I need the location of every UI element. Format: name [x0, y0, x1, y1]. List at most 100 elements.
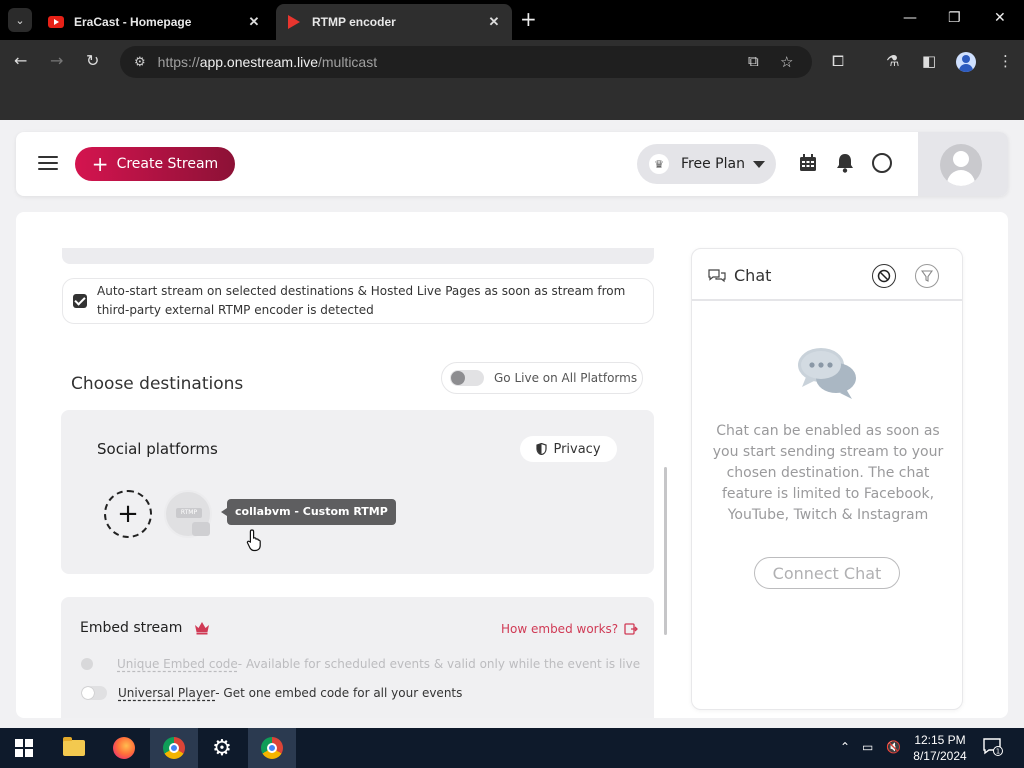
chrome-active-button[interactable] [248, 728, 296, 768]
user-avatar-area[interactable] [918, 132, 1008, 196]
chat-header: Chat [692, 249, 962, 301]
firefox-button[interactable] [100, 728, 148, 768]
autostart-checkbox[interactable] [73, 294, 87, 308]
tab-title: RTMP encoder [312, 15, 396, 29]
how-embed-label: How embed works? [501, 622, 619, 636]
unique-embed-radio[interactable] [81, 658, 93, 670]
go-live-all-switch[interactable] [450, 370, 484, 386]
universal-player-option[interactable]: Universal Player - Get one embed code fo… [81, 686, 462, 700]
address-bar[interactable]: ⚙ https://app.onestream.live/multicast ⧉… [120, 46, 812, 78]
add-destination-button[interactable]: + [104, 490, 152, 538]
block-user-button[interactable] [872, 264, 896, 288]
theme-toggle-icon[interactable] [871, 152, 893, 174]
youtube-favicon-icon [48, 16, 64, 28]
plan-label: Free Plan [681, 156, 745, 172]
calendar-icon[interactable] [797, 152, 819, 174]
gear-icon: ⚙ [212, 735, 232, 761]
clock-time: 12:15 PM [914, 733, 966, 747]
side-panel-icon[interactable]: ◧ [922, 52, 936, 70]
unique-embed-option[interactable]: Unique Embed code - Available for schedu… [81, 657, 640, 671]
menu-hamburger-icon[interactable] [38, 156, 58, 172]
filter-button[interactable] [915, 264, 939, 288]
folder-icon [63, 737, 85, 756]
chat-empty-illustration-icon [798, 348, 856, 399]
shield-icon [536, 443, 548, 455]
windows-taskbar: ⚙ ⌃ ▭ 🔇 12:15 PM 8/17/2024 1 [0, 728, 1024, 768]
windows-logo-icon [15, 739, 33, 757]
close-window-button[interactable]: ✕ [994, 10, 1006, 26]
url-path: /multicast [317, 54, 378, 70]
browser-menu-icon[interactable]: ⋮ [998, 52, 1013, 70]
chrome-pinned-button[interactable] [150, 728, 198, 768]
tray-overflow-icon[interactable]: ⌃ [840, 740, 850, 754]
main-content: Auto-start stream on selected destinatio… [16, 212, 1008, 718]
autostart-text: Auto-start stream on selected destinatio… [97, 284, 626, 317]
chat-unavailable-message: Chat can be enabled as soon as you start… [712, 423, 944, 523]
collapsed-section-edge [62, 248, 654, 264]
clock-date: 8/17/2024 [913, 749, 967, 763]
volume-muted-icon[interactable]: 🔇 [886, 740, 901, 754]
url-host: app.onestream.live [199, 54, 318, 70]
avatar[interactable] [940, 144, 982, 186]
content-scrollbar[interactable] [664, 467, 667, 635]
file-explorer-button[interactable] [50, 728, 98, 768]
crown-icon: ♛ [649, 154, 669, 174]
plus-icon: + [117, 499, 139, 529]
minimize-button[interactable]: — [903, 10, 917, 26]
unique-embed-name: Unique Embed code [117, 657, 238, 671]
custom-rtmp-destination[interactable]: RTMP [164, 490, 212, 538]
taskbar-clock[interactable]: 12:15 PM 8/17/2024 [905, 732, 975, 764]
network-icon[interactable]: ▭ [862, 740, 873, 754]
browser-toolbar: ← → ↻ ⚙ https://app.onestream.live/multi… [0, 40, 1024, 84]
privacy-button[interactable]: Privacy [520, 436, 617, 462]
forward-button[interactable]: → [50, 52, 63, 70]
chrome-icon [261, 737, 283, 759]
chrome-icon [163, 737, 185, 759]
notification-count: 1 [996, 748, 1000, 756]
universal-player-desc: - Get one embed code for all your events [215, 686, 463, 700]
site-info-icon[interactable]: ⚙ [134, 54, 146, 70]
how-embed-works-link[interactable]: How embed works? [501, 622, 639, 636]
firefox-icon [113, 737, 135, 759]
rtmp-corner-badge [192, 522, 210, 536]
social-platforms-panel: Social platforms Privacy + RTMP collabvm… [61, 410, 654, 574]
back-button[interactable]: ← [14, 52, 27, 70]
bell-icon[interactable] [834, 152, 856, 174]
premium-crown-icon [195, 622, 209, 635]
universal-player-switch[interactable] [81, 686, 107, 700]
new-tab-button[interactable]: + [520, 9, 537, 29]
notification-center-icon[interactable]: 1 [983, 738, 1003, 756]
tab-rtmp-encoder[interactable]: RTMP encoder ✕ [276, 4, 512, 40]
embed-stream-panel: Embed stream How embed works? Unique Emb… [61, 597, 654, 718]
bookmark-star-icon[interactable]: ☆ [780, 53, 793, 71]
app-page: + Create Stream ♛ Free Plan Auto-start s… [0, 120, 1024, 728]
universal-player-name: Universal Player [118, 686, 216, 700]
connect-chat-button[interactable]: Connect Chat [754, 557, 900, 589]
reload-button[interactable]: ↻ [86, 52, 99, 70]
plan-dropdown[interactable]: ♛ Free Plan [637, 144, 776, 184]
go-live-all-toggle[interactable]: Go Live on All Platforms [441, 362, 643, 394]
create-stream-label: Create Stream [116, 156, 219, 172]
rtmp-badge: RTMP [176, 508, 202, 518]
labs-icon[interactable]: ⚗ [886, 52, 899, 70]
restore-button[interactable]: ❐ [948, 10, 961, 26]
start-button[interactable] [0, 728, 48, 768]
close-tab-icon[interactable]: ✕ [486, 14, 502, 30]
tab-search-button[interactable]: ⌄ [8, 8, 32, 32]
create-stream-button[interactable]: + Create Stream [75, 147, 235, 181]
close-tab-icon[interactable]: ✕ [246, 14, 262, 30]
caret-down-icon [752, 160, 765, 168]
autostart-option[interactable]: Auto-start stream on selected destinatio… [62, 278, 654, 324]
go-live-all-label: Go Live on All Platforms [494, 371, 638, 385]
settings-button[interactable]: ⚙ [198, 728, 246, 768]
social-platforms-title: Social platforms [97, 440, 218, 458]
tab-title: EraCast - Homepage [74, 15, 192, 29]
extensions-icon[interactable]: ⧠ [832, 52, 844, 70]
plus-icon: + [91, 152, 109, 176]
url-scheme: https:// [157, 54, 200, 70]
install-app-icon[interactable]: ⧉ [748, 53, 759, 70]
chat-bubbles-icon [708, 269, 726, 283]
hand-cursor-icon [246, 529, 261, 552]
tab-eracast[interactable]: EraCast - Homepage ✕ [38, 4, 272, 40]
profile-avatar-icon[interactable] [956, 52, 976, 72]
